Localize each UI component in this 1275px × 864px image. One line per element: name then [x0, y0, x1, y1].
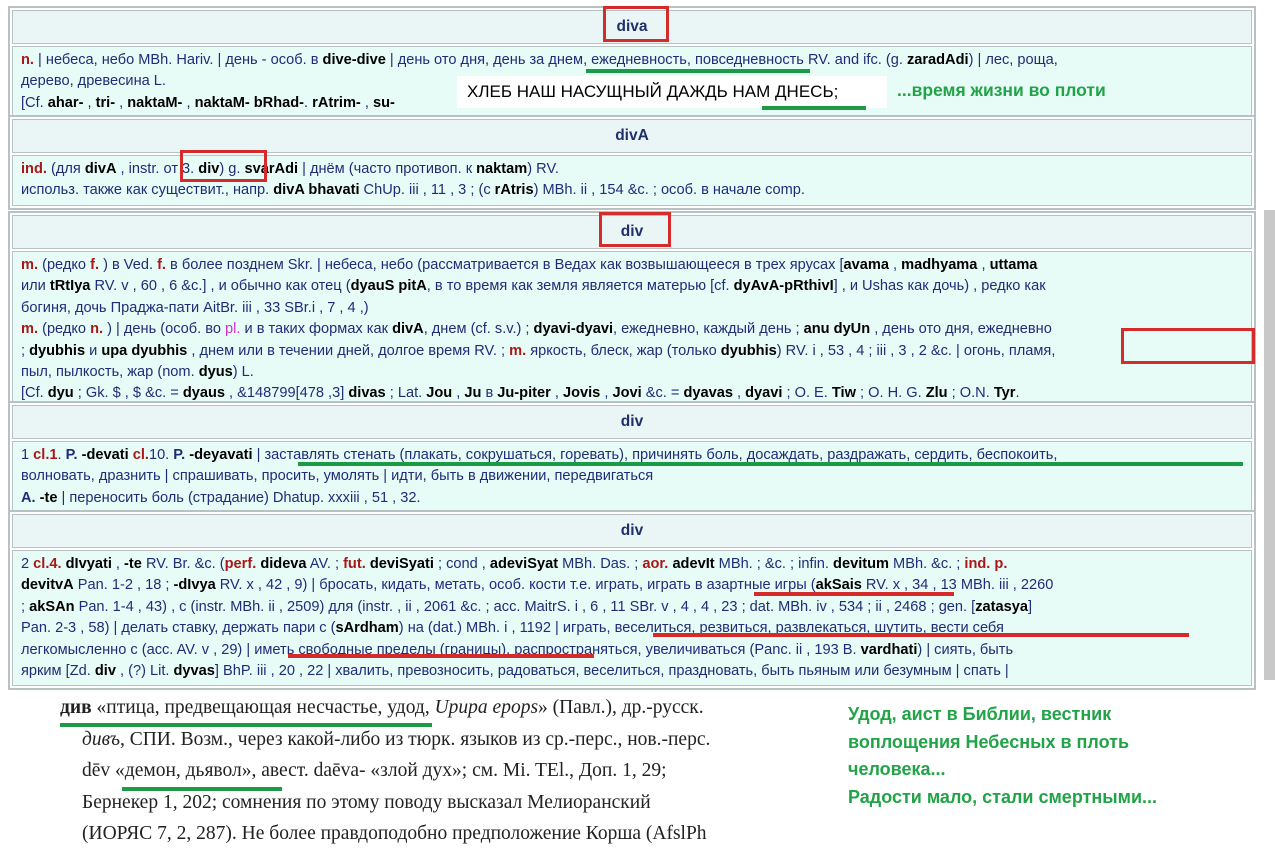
- headword: div: [620, 522, 644, 539]
- entry-line: A. -te | переносить боль (страдание) Dha…: [21, 489, 421, 506]
- underline-day-after-day: [586, 69, 810, 73]
- entry-body: 2 cl.4. dIvyati , -te RV. Br. &c. (perf.…: [12, 550, 1252, 687]
- highlight-box-ot3-div: [180, 150, 267, 182]
- entry-line: ; akSAn Pan. 1-4 , 43) , с (instr. MBh. …: [21, 598, 1033, 615]
- entry-header: divA: [12, 119, 1252, 153]
- note-hoopoe-line: Удод, аист в Библии, вестник: [848, 704, 1112, 724]
- entry-div-verb-2: div 2 cl.4. dIvyati , -te RV. Br. &c. (p…: [8, 510, 1256, 691]
- entry-line: ярким [Zd. div , (?) Lit. dyvas] BhP. ii…: [21, 662, 1009, 679]
- note-hoopoe-line: Радости мало, стали смертными...: [848, 786, 1158, 807]
- etymology-line: (ИОРЯС 7, 2, 287). Не более правдоподобн…: [82, 823, 707, 844]
- underline-free-limits: [288, 654, 594, 658]
- etymology-excerpt: див «птица, предвещающая несчастье, удод…: [60, 692, 820, 850]
- scrollbar[interactable]: [1264, 210, 1275, 680]
- etymology-line: Бернекер 1, 202; сомнения по этому повод…: [82, 791, 651, 813]
- entry-line: devitvA Pan. 1-2 , 18 ; -dIvya RV. x , 4…: [21, 577, 1054, 594]
- bread-quote-box: ХЛЕБ НАШ НАСУЩНЫЙ ДАЖДЬ НАМ ДНЕСЬ;: [457, 76, 887, 108]
- highlight-box-fire: [1121, 328, 1255, 364]
- entry-body: m. (редко f. ) в Ved. f. в более позднем…: [12, 251, 1252, 409]
- entry-header: div: [12, 514, 1252, 548]
- underline-cause-pain: [298, 462, 1243, 466]
- entry-div-verb-1: div 1 cl.1. P. -devati cl.10. P. -deyava…: [8, 401, 1256, 518]
- entry-header: div: [12, 405, 1252, 439]
- note-hoopoe-line: воплощения Небесных в плоть: [848, 731, 1130, 752]
- entry-line: использ. также как существит., напр. div…: [21, 182, 805, 199]
- entry-line: легкомысленно с (acc. AV. v , 29) | имет…: [21, 641, 1014, 658]
- note-time-in-flesh: ...время жизни во плоти: [897, 80, 1106, 100]
- entry-line: m. (редко n. ) | день (особ. во pl. и в …: [21, 321, 1052, 338]
- underline-play-frolic: [653, 633, 1189, 637]
- entry-body: 1 cl.1. P. -devati cl.10. P. -deyavati |…: [12, 441, 1252, 514]
- etymology-line: дивъ, СПИ. Возм., через какой-либо из тю…: [82, 728, 711, 750]
- entry-line: m. (редко f. ) в Ved. f. в более позднем…: [21, 257, 1038, 273]
- entry-line: или tRtIya RV. v , 60 , 6 &c.] , и обычн…: [21, 278, 1046, 295]
- entry-line: пыл, пылкость, жар (nom. dyus) L.: [21, 363, 254, 380]
- entry-line: ; dyubhis и upa dyubhis , днем или в теч…: [21, 342, 1056, 359]
- note-hoopoe-line: человека...: [848, 759, 946, 779]
- headword: divA: [615, 127, 649, 144]
- headword: div: [620, 413, 644, 430]
- entry-line: волновать, дразнить | спрашивать, просит…: [21, 468, 654, 485]
- etymology-line: див «птица, предвещающая несчастье, удод…: [60, 697, 704, 718]
- etymology-line: dēv «демон, дьявол», авест. daēva- «злой…: [82, 760, 667, 781]
- highlight-box-diva: [603, 6, 669, 42]
- underline-nam-dnes: [762, 106, 866, 110]
- entry-line: богиня, дочь Праджа-пати AitBr. iii , 33…: [21, 299, 369, 316]
- highlight-box-div: [599, 212, 671, 247]
- underline-gambling: [754, 592, 954, 596]
- entry-line: 2 cl.4. dIvyati , -te RV. Br. &c. (perf.…: [21, 556, 1008, 572]
- note-hoopoe: Удод, аист в Библии, вестник воплощения …: [848, 701, 1157, 811]
